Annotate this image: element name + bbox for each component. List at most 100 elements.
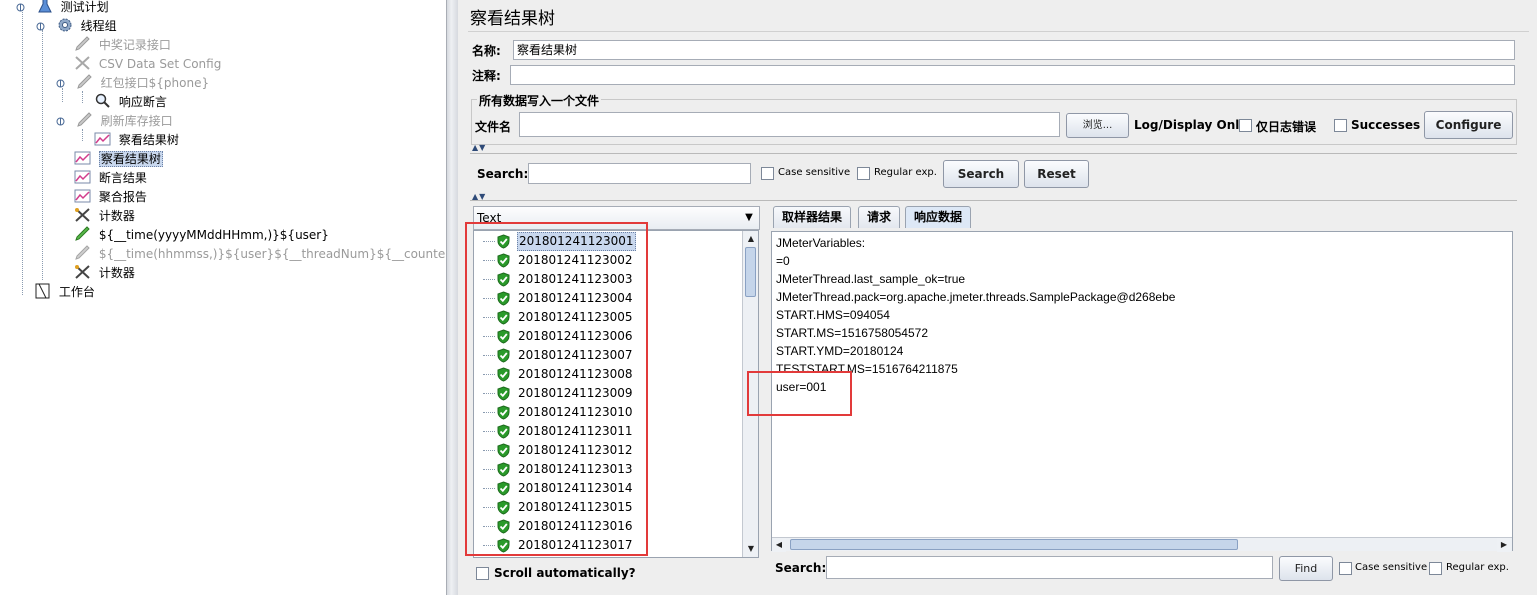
flask-icon	[38, 0, 52, 13]
scroll-up-icon[interactable]: ▲	[744, 232, 758, 246]
tree-item-label: 中奖记录接口	[98, 38, 171, 52]
tab-response-data[interactable]: 响应数据	[905, 206, 972, 228]
split-pane-divider[interactable]	[446, 0, 458, 595]
tree-item-label: 线程组	[80, 19, 117, 33]
find-case-sensitive-label: Case sensitive	[1355, 562, 1428, 573]
expand-handle-icon[interactable]	[56, 117, 65, 126]
pen-icon	[75, 245, 90, 260]
wrench-scissors-icon	[75, 208, 90, 222]
response-data-text[interactable]: JMeterVariables: =0 JMeterThread.last_samp…	[771, 231, 1513, 551]
name-label: 名称:	[472, 44, 501, 58]
successes-checkbox[interactable]	[1334, 119, 1347, 132]
scroll-auto-checkbox[interactable]	[476, 567, 489, 580]
scroll-auto-label: Scroll automatically?	[494, 566, 636, 580]
case-sensitive-checkbox[interactable]	[761, 167, 774, 180]
response-line: JMeterVariables:	[776, 236, 866, 250]
filename-label: 文件名	[475, 120, 512, 134]
tree-item-label: ${__time(hhmmss,)}${user}${__threadNum}$…	[98, 247, 471, 261]
chevron-down-icon[interactable]: ▼	[740, 208, 758, 228]
tree-item-label: 红包接口${phone}	[100, 76, 210, 90]
tab-request[interactable]: 请求	[858, 206, 901, 228]
search-button[interactable]: Search	[943, 160, 1019, 188]
errors-only-label: 仅日志错误	[1256, 120, 1317, 134]
tree-item-sampler[interactable]: 中奖记录接口	[74, 36, 171, 55]
highlight-box-user-var	[747, 371, 852, 416]
chart-icon	[74, 170, 91, 184]
test-plan-tree[interactable]: 测试计划 线程组 中奖记录接口 CSV Data Set Config 红包接口…	[0, 0, 471, 595]
search-input[interactable]	[528, 163, 751, 184]
reset-button[interactable]: Reset	[1024, 160, 1089, 188]
response-line: JMeterThread.last_sample_ok=true	[776, 272, 966, 286]
tree-item-workbench[interactable]: 工作台	[34, 283, 95, 302]
pencil-icon	[75, 36, 90, 51]
tree-item-counter[interactable]: 计数器	[74, 264, 135, 283]
tree-connector	[22, 10, 23, 295]
scroll-right-icon[interactable]: ▶	[1497, 538, 1511, 552]
pencil-icon	[77, 112, 92, 127]
tree-item-counter[interactable]: 计数器	[74, 207, 135, 226]
response-line: JMeterThread.pack=org.apache.jmeter.thre…	[776, 290, 1176, 304]
chart-icon	[74, 151, 91, 165]
tree-item-label: 刷新库存接口	[100, 114, 173, 128]
scroll-thumb[interactable]	[745, 247, 756, 297]
tree-connector	[42, 30, 43, 280]
browse-button[interactable]: 浏览...	[1066, 113, 1129, 138]
wrench-scissors-icon	[75, 265, 90, 279]
tree-item-label: 计数器	[98, 266, 135, 280]
comment-label: 注释:	[472, 69, 501, 83]
response-line: START.MS=1516758054572	[776, 326, 928, 340]
regular-exp-checkbox[interactable]	[857, 167, 870, 180]
name-field[interactable]: 察看结果树	[513, 40, 1515, 60]
tree-item-listener[interactable]: 察看结果树	[94, 131, 179, 150]
find-regular-exp-checkbox[interactable]	[1429, 562, 1442, 575]
expand-handle-icon[interactable]	[36, 22, 45, 31]
tree-item-preprocessor[interactable]: ${__time(yyyyMMddHHmm,)}${user}	[74, 226, 329, 245]
find-button[interactable]: Find	[1279, 556, 1333, 581]
find-case-sensitive-checkbox[interactable]	[1339, 562, 1352, 575]
separator	[470, 200, 1517, 201]
tree-item-test-plan[interactable]: 测试计划	[16, 0, 109, 17]
tree-item-csv-config[interactable]: CSV Data Set Config	[74, 55, 221, 74]
magnifier-icon	[95, 93, 110, 108]
case-sensitive-label: Case sensitive	[778, 167, 851, 178]
tree-item-sampler[interactable]: 红包接口${phone}	[56, 74, 209, 93]
response-line: =0	[776, 254, 790, 268]
tree-item-thread-group[interactable]: 线程组	[36, 17, 117, 36]
tree-item-preprocessor[interactable]: ${__time(hhmmss,)}${user}${__threadNum}$…	[74, 245, 471, 264]
pen-icon	[75, 226, 90, 241]
comment-field[interactable]	[510, 65, 1515, 85]
tab-sampler-result[interactable]: 取样器结果	[773, 206, 852, 228]
tree-item-assertion[interactable]: 响应断言	[94, 93, 167, 112]
expand-handle-icon[interactable]	[16, 3, 25, 12]
find-input[interactable]	[826, 556, 1273, 579]
tree-item-label: 响应断言	[118, 95, 167, 109]
tree-item-label: 测试计划	[60, 0, 109, 14]
highlight-box-results	[465, 222, 648, 556]
errors-only-checkbox[interactable]	[1239, 119, 1252, 132]
wrench-scissors-icon	[75, 56, 90, 70]
tree-item-label: CSV Data Set Config	[98, 57, 222, 71]
expand-handle-icon[interactable]	[56, 79, 65, 88]
collapse-arrows-icon[interactable]: ▲▼	[472, 143, 486, 152]
chart-icon	[74, 189, 91, 203]
scroll-left-icon[interactable]: ◀	[772, 538, 786, 552]
tree-item-listener-selected[interactable]: 察看结果树	[74, 150, 163, 169]
response-line: START.HMS=094054	[776, 308, 890, 322]
tree-item-sampler[interactable]: 刷新库存接口	[56, 112, 173, 131]
response-hscrollbar[interactable]: ◀ ▶	[772, 537, 1512, 552]
tree-item-label: ${__time(yyyyMMddHHmm,)}${user}	[98, 228, 329, 242]
hscroll-thumb[interactable]	[790, 539, 1238, 550]
scroll-down-icon[interactable]: ▼	[744, 542, 758, 556]
filename-field[interactable]	[519, 112, 1060, 137]
configure-button[interactable]: Configure	[1424, 111, 1513, 139]
find-regular-exp-label: Regular exp.	[1446, 562, 1509, 573]
tree-item-label: 聚合报告	[98, 190, 147, 204]
successes-label: Successes	[1351, 118, 1421, 132]
tree-item-label: 断言结果	[98, 171, 147, 185]
notebook-icon	[35, 283, 50, 299]
tree-item-label: 察看结果树	[98, 151, 163, 167]
tree-item-listener[interactable]: 聚合报告	[74, 188, 147, 207]
regular-exp-label: Regular exp.	[874, 167, 937, 178]
pencil-icon	[77, 74, 92, 89]
tree-item-listener[interactable]: 断言结果	[74, 169, 147, 188]
